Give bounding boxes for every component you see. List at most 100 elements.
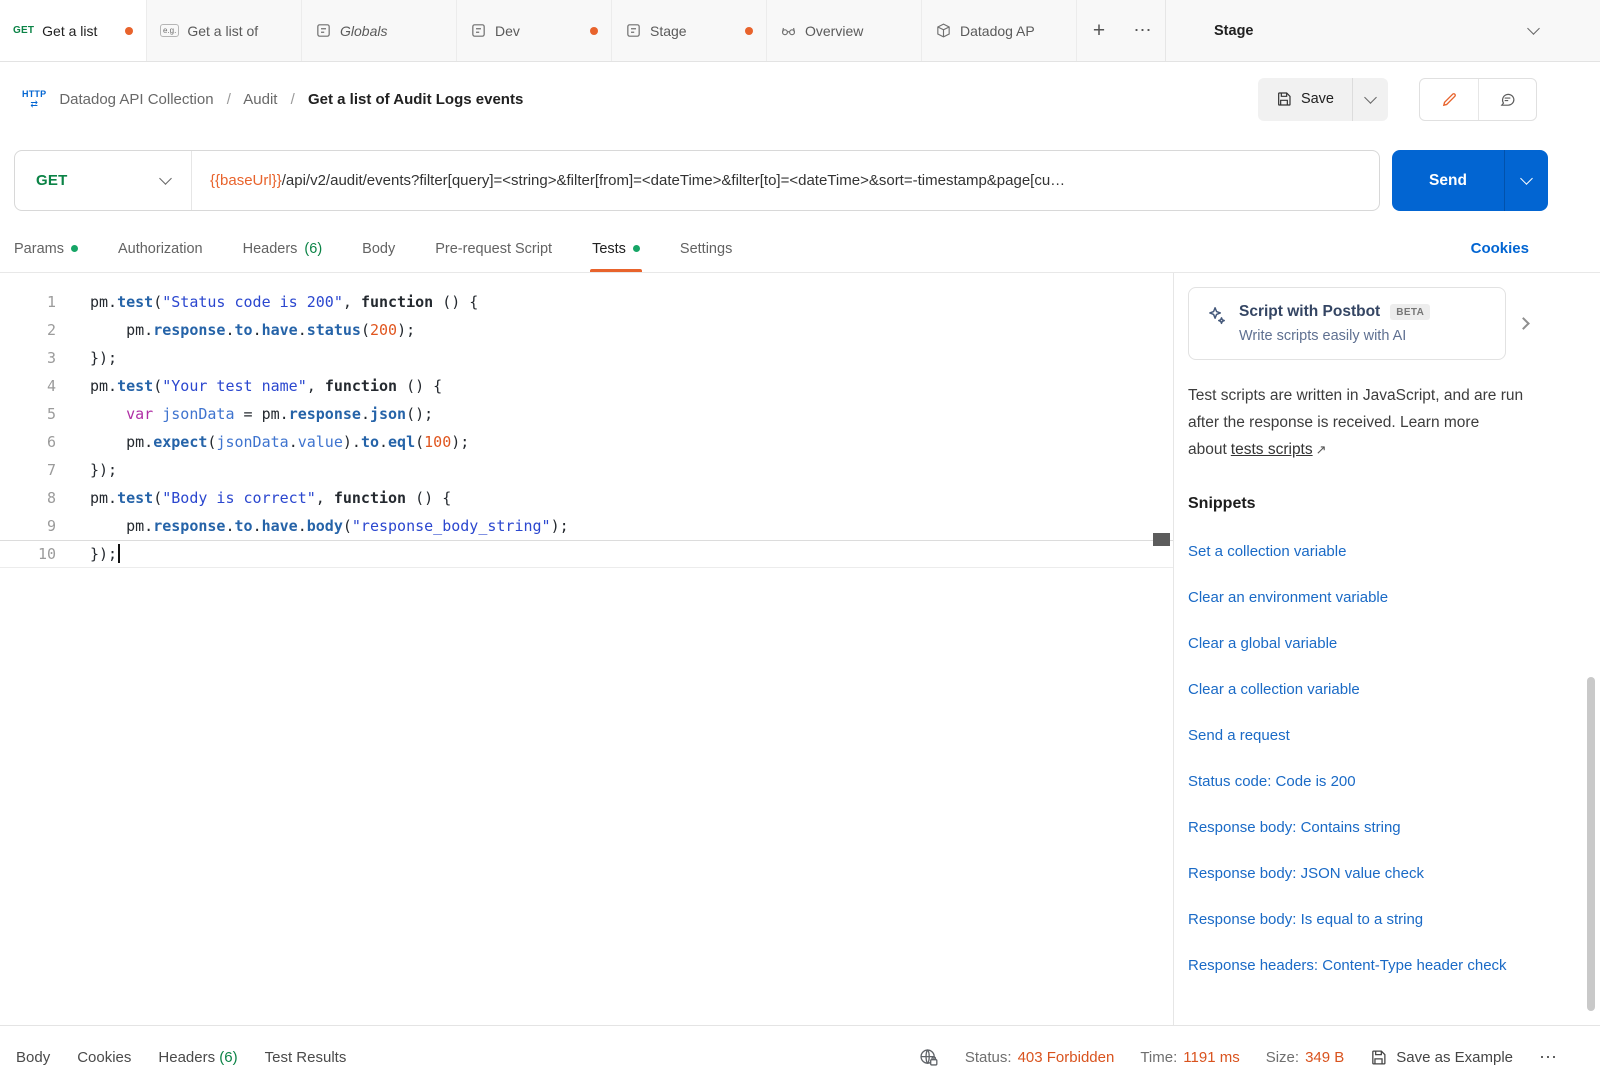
code-line[interactable]: 1pm.test("Status code is 200", function … [0, 288, 1173, 316]
edit-button[interactable] [1420, 79, 1478, 120]
size-value: 349 B [1305, 1049, 1344, 1066]
pencil-icon [1441, 91, 1458, 108]
new-tab-button[interactable]: + [1077, 0, 1121, 61]
line-number: 5 [0, 400, 56, 428]
tests-scripts-link[interactable]: tests scripts [1231, 441, 1313, 458]
response-size: Size: 349 B [1266, 1049, 1345, 1066]
save-button[interactable]: Save [1258, 91, 1352, 107]
response-headers-count: (6) [219, 1049, 237, 1066]
has-content-dot [633, 245, 640, 252]
tab-stage[interactable]: Stage [612, 0, 767, 61]
tests-pane: 1pm.test("Status code is 200", function … [0, 273, 1600, 1025]
sidebar-scrollbar[interactable] [1587, 677, 1595, 1011]
snippet-link[interactable]: Clear an environment variable [1188, 588, 1536, 608]
code-line[interactable]: 9 pm.response.to.have.body("response_bod… [0, 512, 1173, 540]
tab-tests[interactable]: Tests [592, 225, 640, 272]
beta-badge: BETA [1390, 304, 1430, 320]
external-link-icon: ↗ [1316, 442, 1327, 457]
tab-headers[interactable]: Headers (6) [243, 225, 323, 272]
tab-pre-request-script[interactable]: Pre-request Script [435, 225, 552, 272]
tests-script-editor[interactable]: 1pm.test("Status code is 200", function … [0, 273, 1173, 1025]
tab-example-get-a-list[interactable]: e.g. Get a list of [147, 0, 302, 61]
request-title[interactable]: Get a list of Audit Logs events [308, 91, 523, 108]
save-options-button[interactable] [1353, 78, 1388, 121]
code-line[interactable]: 4pm.test("Your test name", function () { [0, 372, 1173, 400]
chevron-right-icon[interactable] [1517, 317, 1530, 330]
tab-params[interactable]: Params [14, 225, 78, 272]
postman-app: GET Get a list e.g. Get a list of Global… [0, 0, 1600, 1089]
more-icon[interactable]: ⋯ [1539, 1047, 1558, 1068]
breadcrumb-folder[interactable]: Audit [243, 91, 277, 108]
unsaved-dot [125, 27, 133, 35]
save-as-example-button[interactable]: Save as Example [1370, 1049, 1513, 1066]
postbot-card[interactable]: Script with Postbot BETA Write scripts e… [1188, 287, 1506, 360]
code-line[interactable]: 3}); [0, 344, 1173, 372]
tab-body[interactable]: Body [362, 225, 395, 272]
chevron-down-icon [1520, 172, 1533, 185]
response-body-toggle[interactable]: Body [16, 1049, 50, 1066]
line-number: 8 [0, 484, 56, 512]
chevron-down-icon [1527, 22, 1540, 35]
environment-selector[interactable]: Stage [1165, 0, 1600, 61]
test-results-toggle[interactable]: Test Results [265, 1049, 347, 1066]
tests-description: Test scripts are written in JavaScript, … [1188, 382, 1538, 463]
breadcrumb: Datadog API Collection / Audit / Get a l… [59, 91, 523, 108]
url-input[interactable]: {{baseUrl}}/api/v2/audit/events?filter[q… [192, 172, 1379, 189]
method-badge: GET [13, 25, 34, 36]
tab-settings[interactable]: Settings [680, 225, 732, 272]
response-headers-toggle[interactable]: Headers (6) [158, 1049, 237, 1066]
line-number: 2 [0, 316, 56, 344]
snippet-link[interactable]: Status code: Code is 200 [1188, 772, 1536, 792]
chevron-down-icon [159, 172, 172, 185]
breadcrumb-collection[interactable]: Datadog API Collection [59, 91, 213, 108]
tab-get-a-list[interactable]: GET Get a list [0, 0, 147, 61]
environment-icon [625, 22, 642, 39]
snippet-link[interactable]: Response body: Contains string [1188, 818, 1536, 838]
tab-globals[interactable]: Globals [302, 0, 457, 61]
line-number: 3 [0, 344, 56, 372]
edit-comment-group [1419, 78, 1537, 121]
code-line[interactable]: 6 pm.expect(jsonData.value).to.eql(100); [0, 428, 1173, 456]
tab-options-button[interactable]: ⋯ [1121, 0, 1165, 61]
text-cursor [118, 544, 120, 563]
code-line[interactable]: 2 pm.response.to.have.status(200); [0, 316, 1173, 344]
tab-datadog-api[interactable]: Datadog AP [922, 0, 1077, 61]
line-number: 10 [0, 540, 56, 568]
tab-dev[interactable]: Dev [457, 0, 612, 61]
scrollbar-cursor-marker[interactable] [1153, 533, 1170, 546]
http-request-icon: HTTP ⇄ [22, 90, 46, 109]
send-button[interactable]: Send [1392, 150, 1504, 211]
network-icon[interactable] [918, 1047, 939, 1068]
code-line[interactable]: 5 var jsonData = pm.response.json(); [0, 400, 1173, 428]
code-line[interactable]: 10}); [0, 540, 1173, 568]
method-dropdown[interactable]: GET [15, 151, 191, 210]
snippet-link[interactable]: Clear a global variable [1188, 634, 1536, 654]
cookies-link[interactable]: Cookies [1471, 225, 1529, 272]
url-bar: GET {{baseUrl}}/api/v2/audit/events?filt… [0, 136, 1600, 225]
url-variable: {{baseUrl}} [210, 172, 282, 189]
save-icon [1370, 1049, 1387, 1066]
code-line[interactable]: 7}); [0, 456, 1173, 484]
tab-overview[interactable]: Overview [767, 0, 922, 61]
snippet-link[interactable]: Response body: JSON value check [1188, 864, 1536, 884]
url-box: GET {{baseUrl}}/api/v2/audit/events?filt… [14, 150, 1380, 211]
snippet-link[interactable]: Response headers: Content-Type header ch… [1188, 956, 1536, 976]
snippet-link[interactable]: Response body: Is equal to a string [1188, 910, 1536, 930]
send-options-button[interactable] [1504, 150, 1548, 211]
has-content-dot [71, 245, 78, 252]
snippet-link[interactable]: Set a collection variable [1188, 542, 1536, 562]
response-cookies-toggle[interactable]: Cookies [77, 1049, 131, 1066]
collection-icon [935, 22, 952, 39]
snippet-link[interactable]: Clear a collection variable [1188, 680, 1536, 700]
code-line[interactable]: 8pm.test("Body is correct", function () … [0, 484, 1173, 512]
sparkle-icon [1205, 305, 1227, 327]
tab-authorization[interactable]: Authorization [118, 225, 203, 272]
unsaved-dot [745, 27, 753, 35]
line-number: 7 [0, 456, 56, 484]
snippet-link[interactable]: Send a request [1188, 726, 1536, 746]
comment-button[interactable] [1478, 79, 1536, 120]
chevron-down-icon [1364, 91, 1377, 104]
line-number: 9 [0, 512, 56, 540]
comment-icon [1499, 91, 1516, 108]
line-number: 4 [0, 372, 56, 400]
